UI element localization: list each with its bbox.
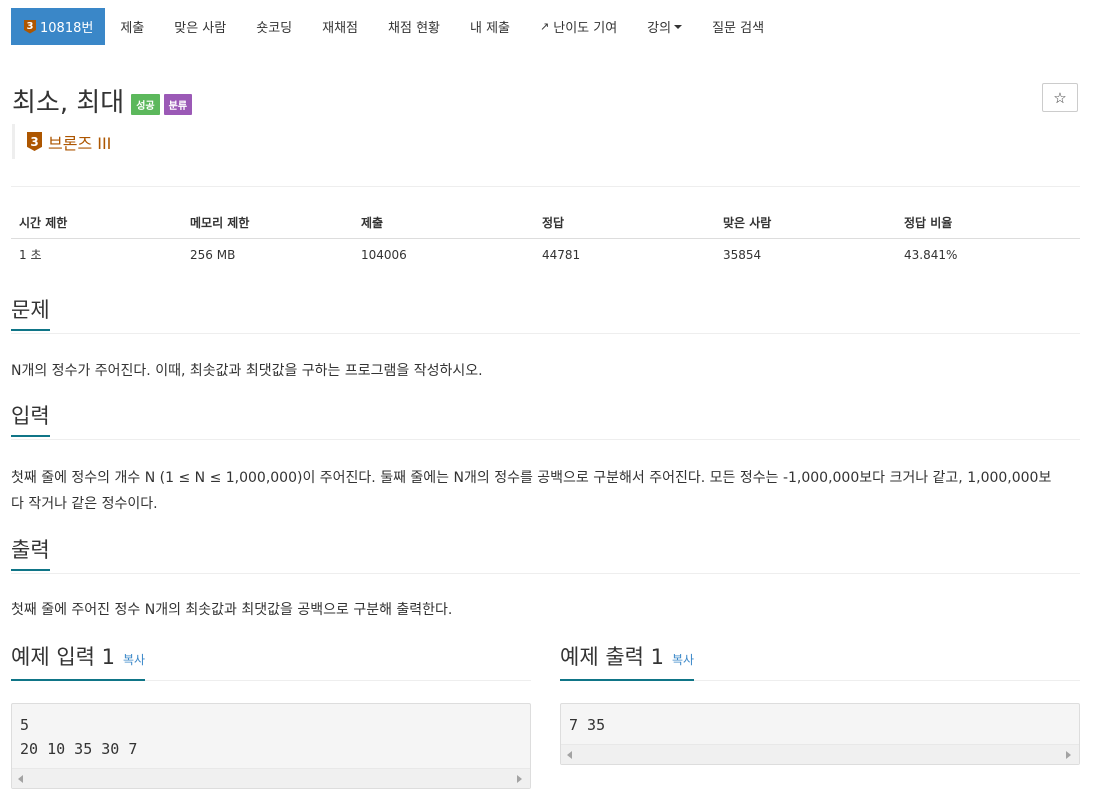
- sample-input-header: 예제 입력 1 복사: [11, 643, 531, 681]
- sample-output-title: 예제 출력 1 복사: [560, 643, 695, 681]
- divider: [11, 186, 1080, 187]
- horizontal-scrollbar[interactable]: [12, 768, 530, 788]
- nav-contribute[interactable]: ↗ 난이도 기여: [525, 8, 632, 45]
- external-link-icon: ↗: [540, 20, 550, 33]
- sample-output-code[interactable]: 7 35: [560, 703, 1080, 765]
- ratio-value: 43.841%: [904, 247, 958, 262]
- code-line: 7 35: [569, 716, 606, 734]
- time-limit-value: 1 초: [19, 248, 42, 262]
- code-line: 20 10 35 30 7: [20, 740, 138, 758]
- input-description-line: 다 작거나 같은 정수이다.: [11, 496, 158, 512]
- nav-lecture-label: 강의: [647, 21, 672, 36]
- status-badge-success: 성공: [131, 94, 160, 115]
- table-header-memory: 메모리 제한: [182, 208, 353, 239]
- table-header-submissions: 제출: [353, 208, 534, 239]
- input-description-line: 첫째 줄에 정수의 개수 N (1 ≤ N ≤ 1,000,000)이 주어진다…: [11, 470, 1052, 486]
- nav-correct-users[interactable]: 맞은 사람: [159, 8, 241, 45]
- table-header-row: 시간 제한 메모리 제한 제출 정답 맞은 사람 정답 비율: [11, 208, 1080, 239]
- input-description: 첫째 줄에 정수의 개수 N (1 ≤ N ≤ 1,000,000)이 주어진다…: [11, 465, 1081, 517]
- scroll-left-arrow-icon[interactable]: [567, 751, 572, 759]
- nav-question-search[interactable]: 질문 검색: [697, 8, 779, 45]
- nav-contribute-label: 난이도 기여: [553, 21, 618, 36]
- nav-problem-id: 10818번: [40, 21, 94, 36]
- section-input-header: 입력: [11, 402, 1080, 440]
- bronze-tier-icon: 3: [27, 132, 42, 151]
- sample-input-title-text: 예제 입력 1: [11, 645, 115, 669]
- nav-short-coding[interactable]: 숏코딩: [241, 8, 307, 45]
- category-badge[interactable]: 분류: [163, 94, 193, 115]
- table-row: 1 초 256 MB 104006 44781 35854 43.841%: [11, 239, 1080, 271]
- section-description-header: 문제: [11, 296, 1080, 334]
- nav-status[interactable]: 채점 현황: [373, 8, 455, 45]
- submissions-value: 104006: [361, 247, 407, 262]
- accepted-value: 44781: [542, 247, 581, 262]
- problem-tier: 3 브론즈 III: [12, 124, 111, 159]
- nav-lecture-dropdown[interactable]: 강의: [632, 8, 697, 45]
- table-header-accepted: 정답: [534, 208, 715, 239]
- sample-output-header: 예제 출력 1 복사: [560, 643, 1080, 681]
- table-header-ratio: 정답 비율: [896, 208, 1080, 239]
- section-input-title: 입력: [11, 402, 50, 437]
- table-header-time: 시간 제한: [11, 208, 182, 239]
- section-output-title: 출력: [11, 536, 50, 571]
- problem-title: 최소, 최대: [12, 88, 125, 118]
- nav-submit[interactable]: 제출: [105, 8, 159, 45]
- caret-down-icon: [674, 24, 683, 29]
- sample-output-title-text: 예제 출력 1: [560, 645, 664, 669]
- section-output-header: 출력: [11, 536, 1080, 574]
- problem-info-table: 시간 제한 메모리 제한 제출 정답 맞은 사람 정답 비율 1 초 256 M…: [11, 208, 1080, 270]
- copy-button[interactable]: 복사: [672, 653, 694, 667]
- copy-button[interactable]: 복사: [123, 653, 145, 667]
- problem-title-row: 최소, 최대 성공 분류: [12, 82, 193, 119]
- bronze-tier-icon: 3: [24, 19, 36, 34]
- scroll-right-arrow-icon[interactable]: [517, 775, 522, 783]
- problem-description: N개의 정수가 주어진다. 이때, 최솟값과 최댓값을 구하는 프로그램을 작성…: [11, 363, 483, 379]
- section-description-title: 문제: [11, 296, 50, 331]
- nav-problem-tab[interactable]: 3 10818번: [11, 8, 106, 45]
- output-description: 첫째 줄에 주어진 정수 N개의 최솟값과 최댓값을 공백으로 구분해 출력한다…: [11, 602, 453, 618]
- solvers-value: 35854: [723, 247, 762, 262]
- favorite-star-button[interactable]: ☆: [1042, 83, 1078, 112]
- tier-text: 브론즈 III: [48, 133, 112, 153]
- scroll-right-arrow-icon[interactable]: [1066, 751, 1071, 759]
- sample-input-title: 예제 입력 1 복사: [11, 643, 146, 681]
- sample-input-block: 예제 입력 1 복사: [11, 643, 531, 681]
- scroll-left-arrow-icon[interactable]: [18, 775, 23, 783]
- horizontal-scrollbar[interactable]: [561, 744, 1079, 764]
- code-line: 5: [20, 716, 30, 734]
- memory-limit-value: 256 MB: [190, 247, 236, 262]
- sample-output-block: 예제 출력 1 복사: [560, 643, 1080, 681]
- nav-my-submissions[interactable]: 내 제출: [455, 8, 525, 45]
- star-icon: ☆: [1053, 88, 1067, 107]
- sample-input-code[interactable]: 5 20 10 35 30 7: [11, 703, 531, 789]
- nav-rejudge[interactable]: 재채점: [307, 8, 373, 45]
- problem-nav: 3 10818번 제출 맞은 사람 숏코딩 재채점 채점 현황 내 제출 ↗ 난…: [11, 8, 779, 45]
- table-header-solvers: 맞은 사람: [715, 208, 896, 239]
